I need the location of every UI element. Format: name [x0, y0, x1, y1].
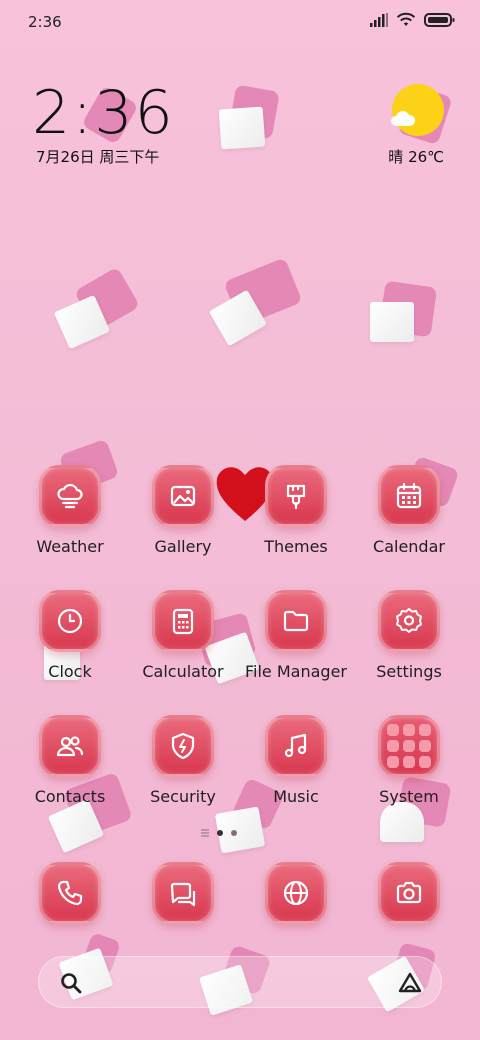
app-system-folder[interactable]: System	[353, 715, 465, 806]
shield-icon	[171, 732, 195, 760]
app-label: Clock	[48, 662, 92, 681]
contacts-icon	[56, 736, 84, 757]
battery-icon	[424, 13, 455, 27]
folder-icon	[283, 610, 309, 632]
clock-date: 7月26日 周三下午	[36, 148, 160, 166]
app-label: Security	[150, 787, 216, 806]
cloud-small-icon	[391, 111, 416, 126]
signal-icon	[370, 13, 388, 27]
app-music[interactable]: Music	[240, 715, 352, 806]
browser-icon	[283, 880, 309, 906]
messages-icon	[170, 882, 196, 907]
camera-icon	[396, 881, 422, 904]
app-label: Weather	[36, 537, 104, 556]
sugar-cube	[218, 106, 266, 150]
app-settings[interactable]: Settings	[353, 590, 465, 681]
app-label: Calculator	[142, 662, 224, 681]
app-clock[interactable]: Clock	[14, 590, 126, 681]
app-security[interactable]: Security	[127, 715, 239, 806]
image-icon	[170, 485, 196, 507]
app-calculator[interactable]: Calculator	[127, 590, 239, 681]
app-calendar[interactable]: Calendar	[353, 465, 465, 556]
app-gallery[interactable]: Gallery	[127, 465, 239, 556]
app-label: Themes	[264, 537, 328, 556]
assistant-icon[interactable]	[397, 971, 423, 995]
search-icon	[61, 973, 82, 994]
dock-camera[interactable]	[353, 862, 465, 924]
app-label: Music	[273, 787, 319, 806]
page-dot-active	[217, 830, 223, 836]
app-themes[interactable]: Themes	[240, 465, 352, 556]
wifi-icon	[396, 12, 416, 26]
dock-phone[interactable]	[14, 862, 126, 924]
clock-time: 2:36	[32, 78, 175, 148]
gear-icon	[396, 608, 422, 633]
dock-browser[interactable]	[240, 862, 352, 924]
phone-icon	[57, 880, 83, 906]
dock-messages[interactable]	[127, 862, 239, 924]
app-weather[interactable]: Weather	[14, 465, 126, 556]
menu-lines-icon	[201, 829, 209, 837]
app-label: Contacts	[34, 787, 106, 806]
app-contacts[interactable]: Contacts	[14, 715, 126, 806]
page-indicator[interactable]	[201, 829, 237, 837]
brush-icon	[286, 484, 306, 510]
clock-icon	[57, 608, 83, 634]
app-label: Calendar	[373, 537, 445, 556]
app-label: File Manager	[245, 662, 347, 681]
app-grid-icon	[387, 724, 431, 768]
calendar-icon	[396, 482, 422, 509]
cloud-icon	[57, 483, 83, 509]
status-bar: 2:36	[0, 0, 480, 44]
music-icon	[284, 733, 307, 758]
weather-text: 晴 26℃	[388, 148, 444, 166]
status-time: 2:36	[28, 13, 62, 31]
calculator-icon	[172, 608, 194, 635]
app-file-manager[interactable]: File Manager	[240, 590, 352, 681]
app-label: Settings	[376, 662, 442, 681]
sugar-cube	[380, 802, 424, 842]
app-label: System	[379, 787, 439, 806]
search-bar[interactable]	[38, 956, 442, 1008]
sugar-cube	[370, 302, 414, 342]
app-label: Gallery	[154, 537, 212, 556]
page-dot	[231, 830, 237, 836]
